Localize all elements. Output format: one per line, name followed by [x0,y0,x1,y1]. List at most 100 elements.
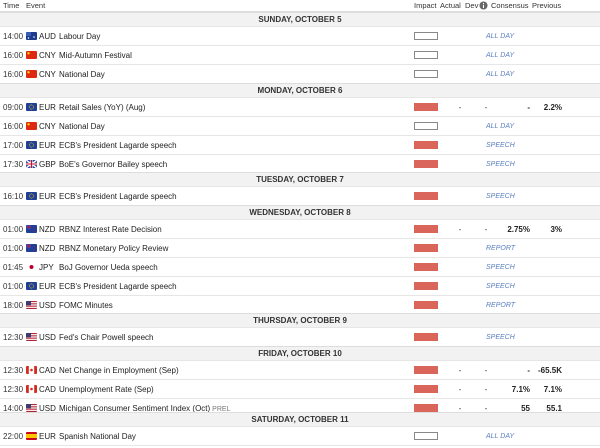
deviation-value: - [484,365,488,375]
day-header-label: MONDAY, OCTOBER 6 [257,86,343,95]
impact-indicator [414,385,438,393]
event-row[interactable]: 12:30 CAD Net Change in Employment (Sep) - -… [0,361,600,380]
event-row[interactable]: 01:45 JPY BoJ Governor Ueda speech SPEECH [0,258,600,277]
impact-indicator [414,432,438,440]
event-name-text[interactable]: RBNZ Monetary Policy Review [59,244,168,253]
impact-indicator [414,141,438,149]
event-time: 16:00 [3,50,24,60]
event-time: 01:00 [3,224,24,234]
event-currency: EUR [39,281,56,291]
event-name-text[interactable]: Unemployment Rate (Sep) [59,385,154,394]
event-name-text[interactable]: National Day [59,122,105,131]
nz-flag-icon [26,244,37,252]
event-name[interactable]: RBNZ Interest Rate Decision [59,225,162,234]
event-currency: AUD [39,31,56,41]
event-time: 09:00 [3,102,24,112]
event-name[interactable]: Spanish National Day [59,432,136,441]
event-currency: NZD [39,224,56,234]
header-previous: Previous [532,1,562,10]
event-currency: CNY [39,121,56,131]
event-row[interactable]: 16:00 CNY Mid-Autumn Festival ALL DAY [0,46,600,65]
event-row[interactable]: 01:00 NZD RBNZ Interest Rate Decision - - 2.7… [0,220,600,239]
event-name[interactable]: Retail Sales (YoY) (Aug) [59,103,145,112]
event-name-text[interactable]: ECB's President Lagarde speech [59,192,177,201]
event-row[interactable]: 16:00 CNY National Day ALL DAY [0,65,600,84]
eu-flag-icon [26,282,37,290]
gb-flag-icon [26,160,37,168]
consensus-value: 2.75% [507,224,530,234]
event-row[interactable]: 01:00 EUR ECB's President Lagarde speech SP… [0,277,600,296]
deviation-value: - [484,102,488,112]
event-name[interactable]: National Day [59,122,105,131]
event-name-text[interactable]: FOMC Minutes [59,301,113,310]
impact-indicator [414,32,438,40]
jp-flag-icon [26,263,37,271]
event-row[interactable]: 12:30 USD Fed's Chair Powell speech SPEECH [0,328,600,347]
event-row[interactable]: 16:10 EUR ECB's President Lagarde speech SP… [0,187,600,206]
event-row[interactable]: 14:00 AUD Labour Day ALL DAY [0,27,600,46]
cn-flag-icon [26,51,37,59]
day-header: SATURDAY, OCTOBER 11 [0,412,600,427]
impact-indicator [414,301,438,309]
nz-flag-icon [26,225,37,233]
impact-indicator [414,103,438,111]
event-name-text[interactable]: National Day [59,70,105,79]
event-name-text[interactable]: Net Change in Employment (Sep) [59,366,179,375]
table-header: Time Event Impact Actual Dev Consensus P… [0,0,600,12]
event-name-text[interactable]: BoJ Governor Ueda speech [59,263,158,272]
day-header: FRIDAY, OCTOBER 10 [0,346,600,361]
event-name[interactable]: Mid-Autumn Festival [59,51,132,60]
deviation-value: - [484,384,488,394]
event-name[interactable]: RBNZ Monetary Policy Review [59,244,168,253]
day-header: WEDNESDAY, OCTOBER 8 [0,205,600,220]
event-name[interactable]: ECB's President Lagarde speech [59,141,177,150]
header-consensus: Consensus [491,1,529,10]
event-time: 14:00 [3,31,24,41]
ca-flag-icon [26,366,37,374]
event-time: 16:00 [3,69,24,79]
info-icon[interactable] [479,1,488,12]
previous-value: 2.2% [543,102,562,112]
event-name-text[interactable]: Spanish National Day [59,432,136,441]
event-name-text[interactable]: Labour Day [59,32,100,41]
day-header-label: FRIDAY, OCTOBER 10 [258,349,342,358]
day-header: TUESDAY, OCTOBER 7 [0,172,600,187]
event-name[interactable]: Fed's Chair Powell speech [59,333,153,342]
event-row[interactable]: 16:00 CNY National Day ALL DAY [0,117,600,136]
event-row[interactable]: 12:30 CAD Unemployment Rate (Sep) - - 7.1% 7.1… [0,380,600,399]
impact-indicator [414,122,438,130]
actual-value: - [458,365,462,375]
au-flag-icon [26,32,37,40]
previous-value: 7.1% [543,384,562,394]
event-name[interactable]: ECB's President Lagarde speech [59,192,177,201]
impact-indicator [414,263,438,271]
header-actual: Actual [440,1,461,10]
event-name-text[interactable]: BoE's Governor Bailey speech [59,160,167,169]
event-name[interactable]: BoJ Governor Ueda speech [59,263,158,272]
event-name[interactable]: National Day [59,70,105,79]
event-time: 01:00 [3,281,24,291]
event-row[interactable]: 01:00 NZD RBNZ Monetary Policy Review REPOR… [0,239,600,258]
event-name-text[interactable]: Fed's Chair Powell speech [59,333,153,342]
event-name[interactable]: FOMC Minutes [59,301,113,310]
event-name[interactable]: BoE's Governor Bailey speech [59,160,167,169]
event-name-text[interactable]: ECB's President Lagarde speech [59,282,177,291]
actual-value: - [458,384,462,394]
event-name[interactable]: Labour Day [59,32,100,41]
event-name-text[interactable]: Mid-Autumn Festival [59,51,132,60]
event-time: 22:00 [3,431,24,441]
event-row[interactable]: 09:00 EUR Retail Sales (YoY) (Aug) - - - 2.2% [0,98,600,117]
event-row[interactable]: 22:00 EUR Spanish National Day ALL DAY [0,427,600,446]
event-currency: JPY [39,262,54,272]
event-name[interactable]: Net Change in Employment (Sep) [59,366,179,375]
event-name[interactable]: ECB's President Lagarde speech [59,282,177,291]
event-name-text[interactable]: Retail Sales (YoY) (Aug) [59,103,145,112]
event-time: 17:00 [3,140,24,150]
event-name-text[interactable]: ECB's President Lagarde speech [59,141,177,150]
event-name[interactable]: Unemployment Rate (Sep) [59,385,154,394]
event-time: 17:30 [3,159,24,169]
event-name-text[interactable]: RBNZ Interest Rate Decision [59,225,162,234]
day-header-label: SATURDAY, OCTOBER 11 [251,415,349,424]
deviation-value: - [484,224,488,234]
event-row[interactable]: 17:00 EUR ECB's President Lagarde speech SP… [0,136,600,155]
